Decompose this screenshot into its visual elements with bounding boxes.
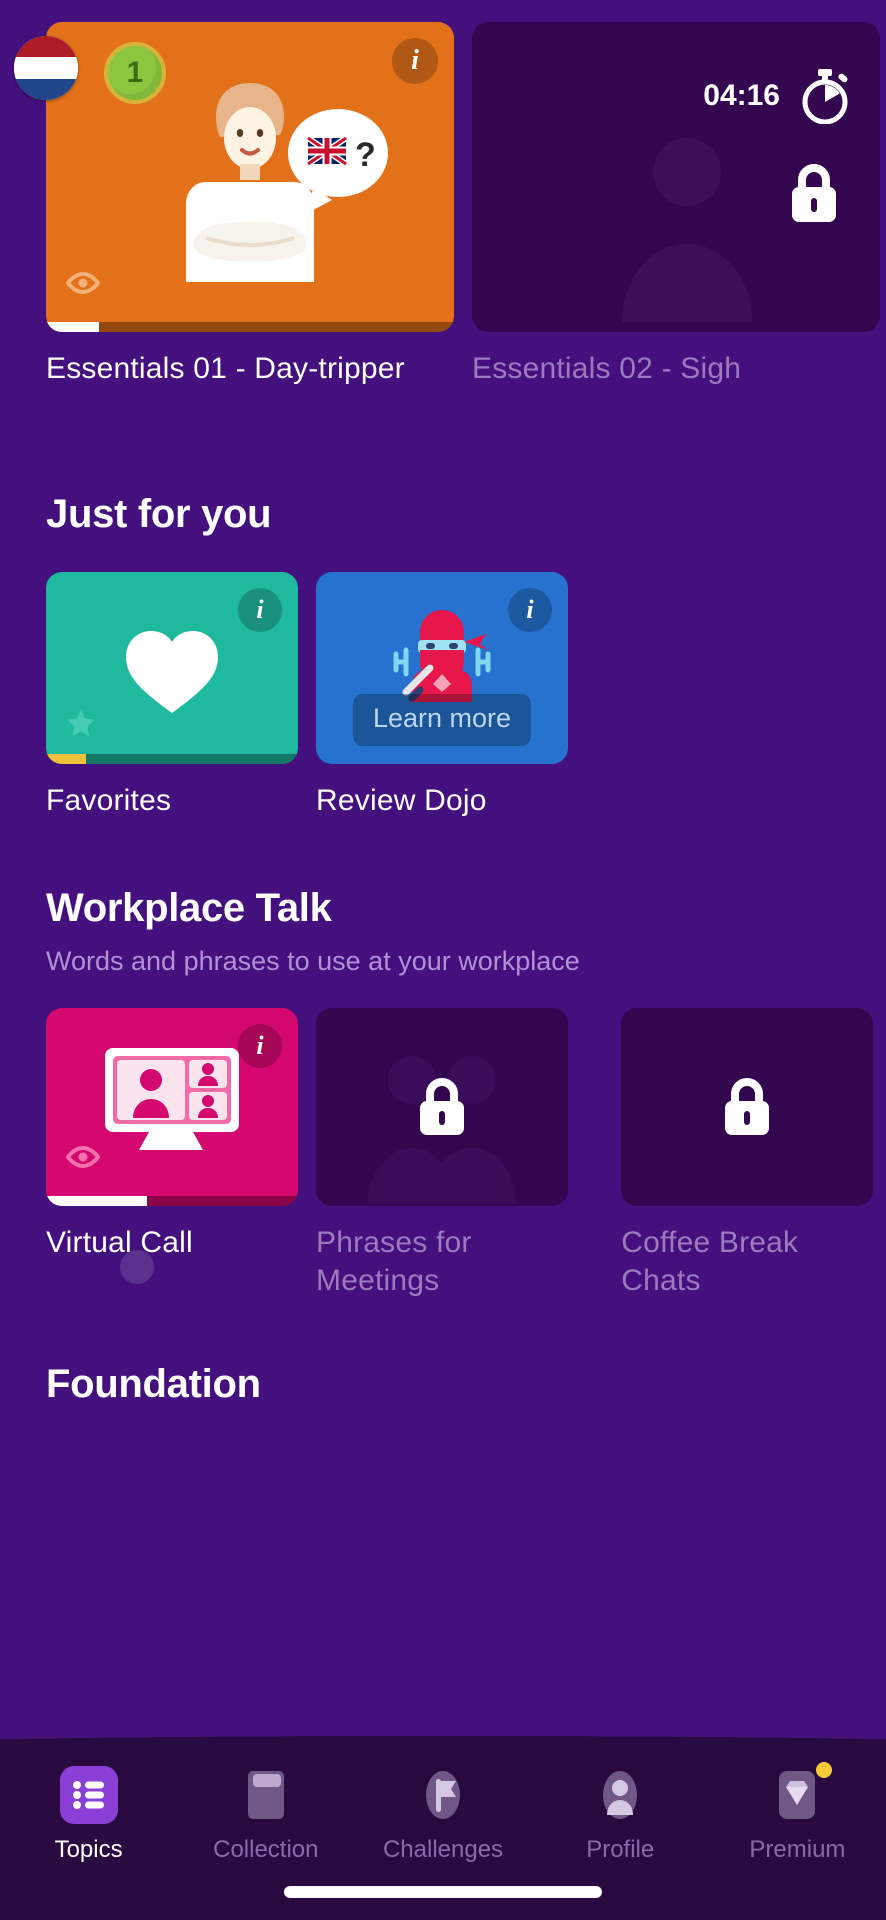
level-coin-badge: 1 (104, 42, 166, 104)
lock-icon (420, 1078, 464, 1135)
flag-icon (414, 1766, 472, 1824)
phrases-for-meetings-card[interactable]: Phrases for Meetings (316, 1008, 603, 1299)
review-dojo-card-title: Review Dojo (316, 784, 487, 817)
foundation-heading: Foundation (46, 1362, 261, 1406)
review-dojo-card[interactable]: i Learn more Review Dojo (316, 572, 568, 820)
bottom-tab-bar[interactable]: Topics Collection Challenges Profile Pre… (0, 1728, 886, 1920)
tab-collection[interactable]: Collection (177, 1766, 354, 1864)
workplace-talk-heading: Workplace Talk (46, 886, 332, 930)
coffee-break-chats-card-thumb[interactable] (621, 1008, 874, 1206)
star-icon (67, 710, 95, 736)
learn-more-button[interactable]: Learn more (352, 694, 532, 746)
eye-icon (66, 1146, 100, 1168)
list-icon (59, 1766, 118, 1824)
essentials-card-2[interactable]: 04:16 Essentials 02 - Sigh (472, 22, 880, 388)
tab-challenges-label: Challenges (382, 1836, 504, 1863)
phrases-for-meetings-card-thumb[interactable] (316, 1008, 568, 1206)
workplace-talk-subheading: Words and phrases to use at your workpla… (46, 946, 580, 976)
tab-profile[interactable]: Profile (532, 1766, 709, 1864)
coffee-break-chats-card-title: Coffee Break Chats (621, 1226, 799, 1297)
tab-premium[interactable]: Premium (709, 1762, 886, 1864)
tab-topics[interactable]: Topics (0, 1766, 177, 1864)
virtual-call-card-thumb[interactable]: i (46, 1008, 298, 1206)
essentials-card-1[interactable]: ? i Essentials 01 - Day-tripper 1 (14, 22, 454, 388)
favorites-progress (46, 754, 298, 764)
lock-icon (725, 1078, 770, 1135)
eye-icon (66, 272, 100, 294)
essentials-card-1-title: Essentials 01 - Day-tripper (46, 352, 405, 385)
favorites-card-thumb[interactable]: i (46, 572, 298, 764)
virtual-call-card[interactable]: i Virtual Call (46, 1008, 298, 1299)
netherlands-flag (14, 36, 78, 100)
tab-topics-label: Topics (54, 1836, 123, 1863)
just-for-you-row[interactable]: i Favorites i Learn more Review Dojo (46, 572, 568, 820)
timer-value: 04:16 (703, 79, 780, 112)
info-icon[interactable]: i (238, 588, 282, 632)
info-icon[interactable]: i (392, 38, 438, 84)
virtual-call-card-title: Virtual Call (46, 1226, 193, 1259)
tab-premium-label: Premium (749, 1836, 846, 1863)
favorites-card-title: Favorites (46, 784, 172, 817)
timer-row: 04:16 (703, 68, 852, 124)
monitor-video-call-icon (105, 1048, 239, 1151)
info-icon[interactable]: i (508, 588, 552, 632)
just-for-you-heading: Just for you (46, 492, 272, 536)
premium-badge-dot (816, 1762, 833, 1778)
app-screen: ? i Essentials 01 - Day-tripper 1 04:16 … (0, 0, 886, 1920)
tab-profile-label: Profile (586, 1836, 655, 1863)
tab-collection-label: Collection (213, 1836, 319, 1863)
phrases-for-meetings-card-title: Phrases for Meetings (316, 1226, 472, 1297)
home-indicator (284, 1886, 602, 1898)
carousel-dot-indicator (120, 1250, 154, 1284)
essentials-card-2-title: Essentials 02 - Sigh (472, 352, 742, 385)
svg-text:?: ? (355, 136, 376, 174)
diamond-icon (768, 1762, 833, 1824)
favorites-card[interactable]: i Favorites (46, 572, 298, 820)
book-icon (237, 1766, 295, 1824)
coffee-break-chats-card[interactable]: Coffee Break Chats (621, 1008, 886, 1299)
virtual-call-progress (46, 1196, 298, 1206)
essentials-card-2-thumb[interactable]: 04:16 (472, 22, 880, 332)
tab-challenges[interactable]: Challenges (354, 1766, 531, 1864)
essentials-carousel[interactable]: ? i Essentials 01 - Day-tripper 1 04:16 … (14, 22, 880, 388)
lock-icon (792, 164, 836, 222)
heart-icon (126, 630, 218, 713)
review-dojo-card-thumb[interactable]: i Learn more (316, 572, 568, 764)
essentials-card-1-progress (46, 322, 454, 332)
person-icon (591, 1766, 649, 1824)
workplace-talk-row[interactable]: i Virtual Call Phrases for Meetings Coff… (46, 1008, 886, 1299)
stopwatch-icon (802, 69, 848, 124)
